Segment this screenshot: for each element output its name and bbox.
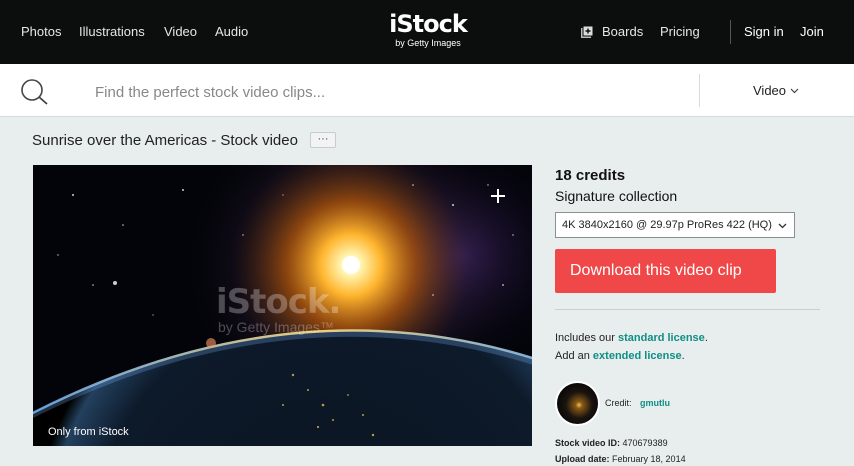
video-id-label: Stock video ID: [555,438,621,448]
upload-date-label: Upload date: [555,454,610,464]
logo-tagline: by Getty Images [395,38,461,48]
add-to-board-icon[interactable] [488,186,508,206]
nav-pricing[interactable]: Pricing [660,24,700,39]
nav-video[interactable]: Video [164,24,197,39]
search-icon[interactable] [20,78,50,106]
more-options-button[interactable]: ··· [310,132,336,148]
exclusive-badge: Only from iStock [48,426,129,438]
panel-divider [555,309,820,310]
price-credits: 18 credits [555,167,626,184]
standard-license-line: Includes our standard license. [555,332,708,344]
standard-license-prefix: Includes our [555,332,618,344]
chevron-down-icon [790,88,799,94]
logo-wordmark: iStock [389,10,468,38]
extended-license-link[interactable]: extended license [593,350,682,362]
extended-license-line: Add an extended license. [555,350,685,362]
nav-boards[interactable]: Boards [602,24,643,39]
media-type-dropdown[interactable]: Video [753,83,799,98]
search-bar: Video [0,64,854,117]
media-type-label: Video [753,83,787,98]
download-button[interactable]: Download this video clip [555,249,776,293]
contributor-avatar[interactable] [555,381,600,426]
nav-audio[interactable]: Audio [215,24,248,39]
video-id-value: 470679389 [622,438,668,448]
join-link[interactable]: Join [800,24,824,39]
watermark-wordmark: iStock. [216,282,341,322]
collection-name: Signature collection [555,188,678,204]
search-input[interactable] [82,78,682,106]
chevron-down-icon [778,223,787,229]
search-divider [699,74,700,107]
standard-license-link[interactable]: standard license [618,332,705,344]
format-select[interactable]: 4K 3840x2160 @ 29.97p ProRes 422 (HQ) [555,212,795,238]
top-nav: Photos Illustrations Video Audio iStock … [0,0,854,64]
sign-in-link[interactable]: Sign in [744,24,784,39]
upload-date-value: February 18, 2014 [612,454,686,464]
istock-logo[interactable]: iStock by Getty Images [386,11,470,48]
extended-license-prefix: Add an [555,350,593,362]
video-preview[interactable]: iStock. by Getty Images™ Only from iStoc… [33,165,532,446]
video-id-line: Stock video ID: 470679389 [555,438,668,448]
nav-divider [730,20,731,44]
contributor-link[interactable]: gmutlu [640,398,670,408]
istock-watermark: iStock. by Getty Images™ [216,282,341,335]
nav-illustrations[interactable]: Illustrations [79,24,145,39]
standard-license-suffix: . [704,332,708,344]
extended-license-suffix: . [681,350,685,362]
nav-photos[interactable]: Photos [21,24,61,39]
format-select-value: 4K 3840x2160 @ 29.97p ProRes 422 (HQ) [562,219,772,231]
watermark-tagline: by Getty Images™ [218,319,334,335]
upload-date-line: Upload date: February 18, 2014 [555,454,686,464]
credit-label: Credit: [605,398,632,408]
avatar-image [557,383,598,424]
page-title: Sunrise over the Americas - Stock video [32,132,298,149]
boards-icon[interactable] [580,25,594,39]
